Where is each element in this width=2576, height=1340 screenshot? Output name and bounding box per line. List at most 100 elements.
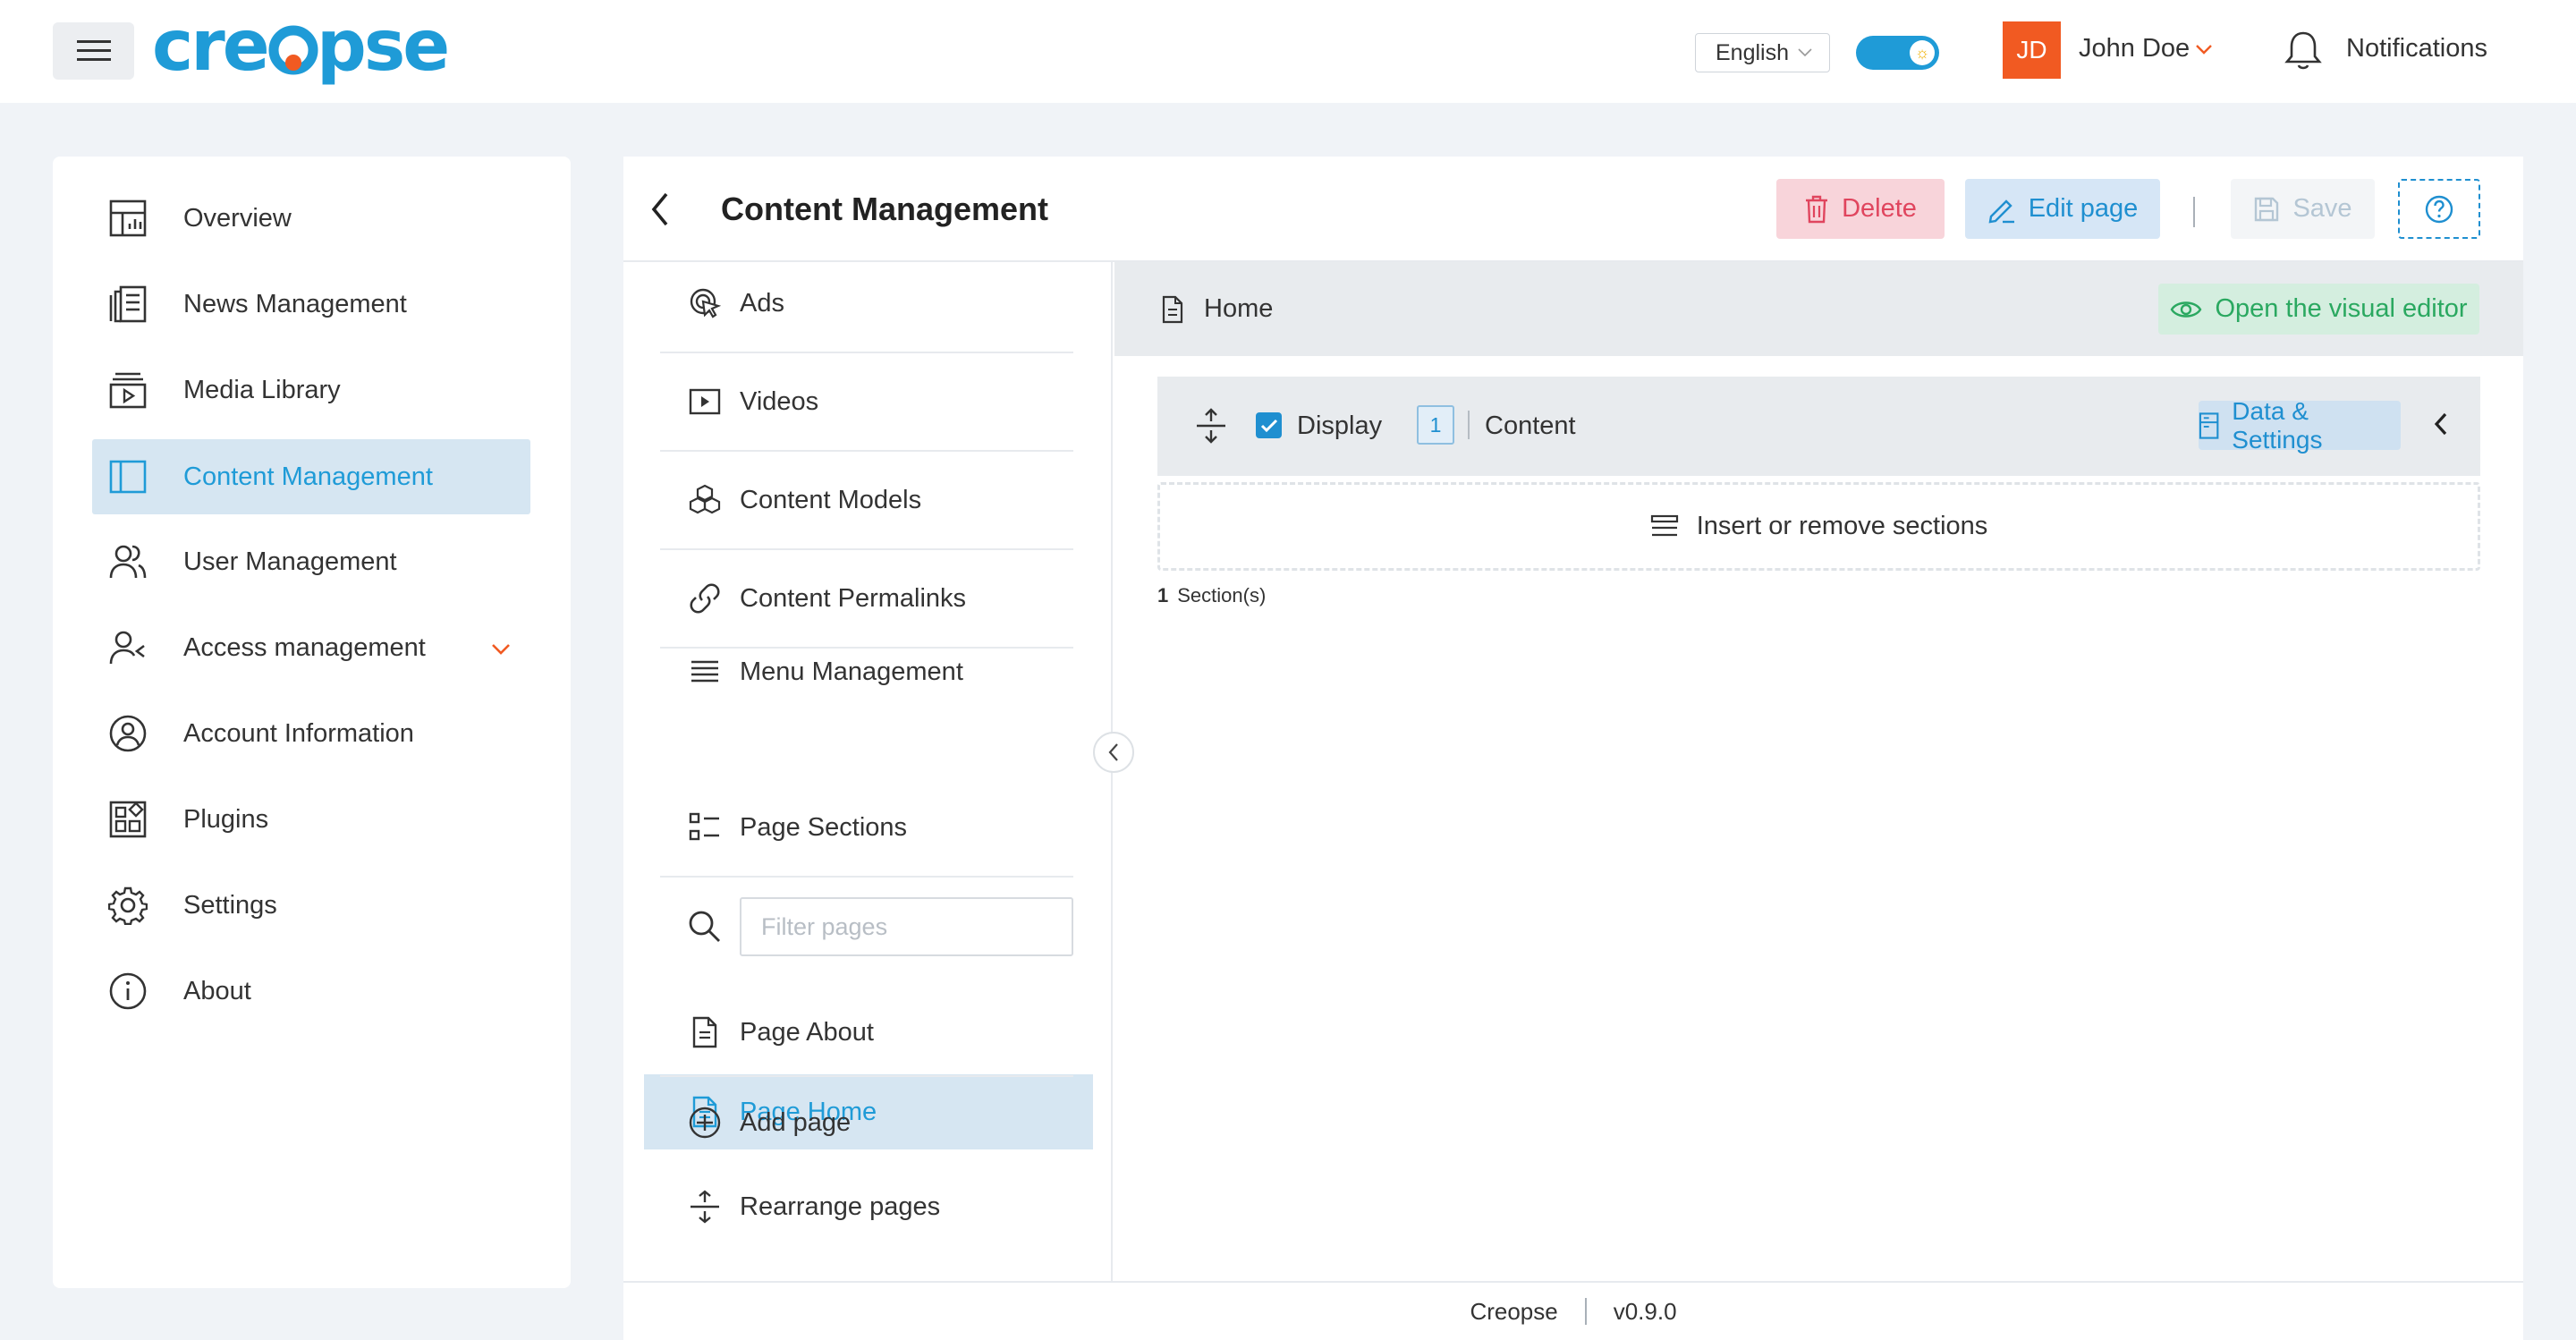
main-header: Content Management Delete Edit page Save — [623, 157, 2523, 262]
rearrange-icon — [687, 1189, 723, 1225]
checkmark-icon — [1260, 419, 1277, 432]
sidebar-item-label: About — [183, 976, 251, 1005]
avatar[interactable]: JD — [2003, 21, 2061, 79]
document-icon — [1162, 295, 1183, 323]
rearrange-pages-label: Rearrange pages — [740, 1192, 941, 1221]
page-name-label: Home — [1204, 294, 1274, 323]
insert-remove-sections-label: Insert or remove sections — [1696, 512, 1988, 540]
insert-remove-sections-button[interactable]: Insert or remove sections — [1157, 482, 2480, 571]
page-item-label: Page About — [740, 1017, 874, 1047]
news-icon — [106, 283, 149, 326]
chevron-down-icon[interactable] — [491, 633, 511, 663]
hamburger-icon — [76, 40, 111, 61]
floppy-icon — [2255, 197, 2279, 221]
chevron-down-icon — [2196, 44, 2213, 55]
sidebar-item-label: User Management — [183, 547, 397, 576]
chevron-left-icon[interactable] — [2432, 411, 2450, 442]
server-icon — [2199, 411, 2219, 439]
media-library-icon — [106, 369, 149, 411]
content-management-icon — [106, 455, 149, 498]
sections-list-icon — [1650, 514, 1678, 536]
sidebar-item-label: Settings — [183, 890, 277, 920]
account-icon — [106, 712, 149, 755]
section-count-value: 1 — [1157, 584, 1169, 606]
rearrange-pages-button[interactable]: Rearrange pages — [660, 1166, 1073, 1248]
sidebar-item-news-management[interactable]: News Management — [92, 267, 530, 342]
divider — [1584, 1298, 1587, 1325]
drag-handle-icon[interactable] — [1195, 408, 1227, 448]
users-icon — [106, 540, 149, 583]
sidebar-item-label: Media Library — [183, 375, 341, 404]
sidebar-item-content-management[interactable]: Content Management — [92, 439, 530, 514]
display-label: Display — [1297, 411, 1383, 440]
divider — [1468, 411, 1470, 439]
open-visual-editor-label: Open the visual editor — [2215, 294, 2468, 323]
sidebar-item-access-management[interactable]: Access management — [92, 610, 530, 685]
sidebar-item-user-management[interactable]: User Management — [92, 524, 530, 599]
svg-text:pse: pse — [317, 11, 447, 87]
pencil-icon — [1988, 199, 2014, 223]
sidebar-item-label: Overview — [183, 203, 292, 233]
page-bar: Home Open the visual editor — [1114, 262, 2523, 356]
display-checkbox[interactable] — [1256, 412, 1282, 438]
language-select[interactable]: English — [1695, 33, 1830, 72]
divider — [2193, 197, 2195, 227]
question-icon — [2425, 195, 2453, 223]
sidebar: Overview News Management Media Library C… — [53, 157, 571, 1288]
sidebar-item-label: Plugins — [183, 804, 269, 834]
sidebar-item-settings[interactable]: Settings — [92, 868, 530, 943]
sidebar-item-label: Account Information — [183, 718, 414, 748]
theme-toggle[interactable]: ☼ — [1856, 36, 1939, 70]
sidebar-item-label: Content Management — [183, 462, 433, 491]
data-settings-button[interactable]: Data & Settings — [2199, 397, 2401, 454]
overview-icon — [106, 197, 149, 240]
plugins-icon — [106, 798, 149, 841]
hamburger-menu-button[interactable] — [53, 22, 134, 80]
subnav-lower: Page About Add page Rearrange pages — [623, 262, 1134, 1281]
gear-icon — [106, 884, 149, 927]
page-name: Home — [1161, 294, 1273, 324]
page-title: Content Management — [721, 191, 1049, 227]
document-icon — [687, 1014, 723, 1050]
back-arrow-icon[interactable] — [648, 191, 672, 233]
section-index-badge: 1 — [1417, 405, 1454, 445]
notifications-link[interactable]: Notifications — [2346, 34, 2487, 64]
user-menu[interactable]: John Doe — [2079, 34, 2213, 64]
top-bar: cre pse English ☼ JD John Doe Notificati… — [0, 0, 2576, 103]
help-button[interactable] — [2398, 179, 2480, 239]
sidebar-item-label: News Management — [183, 289, 407, 318]
svg-text:cre: cre — [152, 11, 267, 87]
sidebar-item-plugins[interactable]: Plugins — [92, 782, 530, 857]
creopse-logo-icon: cre pse — [152, 6, 450, 87]
sidebar-item-account-information[interactable]: Account Information — [92, 696, 530, 771]
page-item-about[interactable]: Page About — [660, 989, 1073, 1077]
footer-app-name: Creopse — [1470, 1297, 1558, 1325]
access-icon — [106, 626, 149, 669]
user-name: John Doe — [2079, 34, 2190, 63]
section-count: 1 Section(s) — [1157, 584, 1266, 607]
chevron-down-icon — [1798, 48, 1812, 57]
section-row: Display 1 Content Data & Settings — [1157, 377, 2480, 476]
save-button[interactable]: Save — [2231, 179, 2375, 239]
language-value: English — [1716, 39, 1789, 65]
add-page-label: Add page — [740, 1107, 852, 1137]
delete-button[interactable]: Delete — [1776, 179, 1945, 239]
sidebar-item-media-library[interactable]: Media Library — [92, 352, 530, 428]
eye-icon — [2171, 301, 2202, 318]
app-logo[interactable]: cre pse — [152, 6, 474, 91]
open-visual-editor-button[interactable]: Open the visual editor — [2158, 284, 2479, 335]
delete-label: Delete — [1842, 194, 1917, 223]
trash-icon — [1806, 195, 1828, 223]
plus-circle-icon — [687, 1105, 723, 1141]
content-area: Home Open the visual editor Display 1 Co… — [1114, 262, 2523, 1281]
sidebar-item-overview[interactable]: Overview — [92, 181, 530, 256]
info-icon — [106, 970, 149, 1013]
bell-icon[interactable] — [2283, 29, 2324, 76]
add-page-button[interactable]: Add page — [660, 1077, 1073, 1168]
footer-wrap: Creopse v0.9.0 — [623, 1281, 2523, 1340]
sidebar-item-about[interactable]: About — [92, 954, 530, 1029]
sidebar-item-label: Access management — [183, 632, 426, 662]
save-label: Save — [2292, 194, 2352, 223]
sun-icon: ☼ — [1910, 40, 1935, 65]
edit-page-button[interactable]: Edit page — [1965, 179, 2160, 239]
